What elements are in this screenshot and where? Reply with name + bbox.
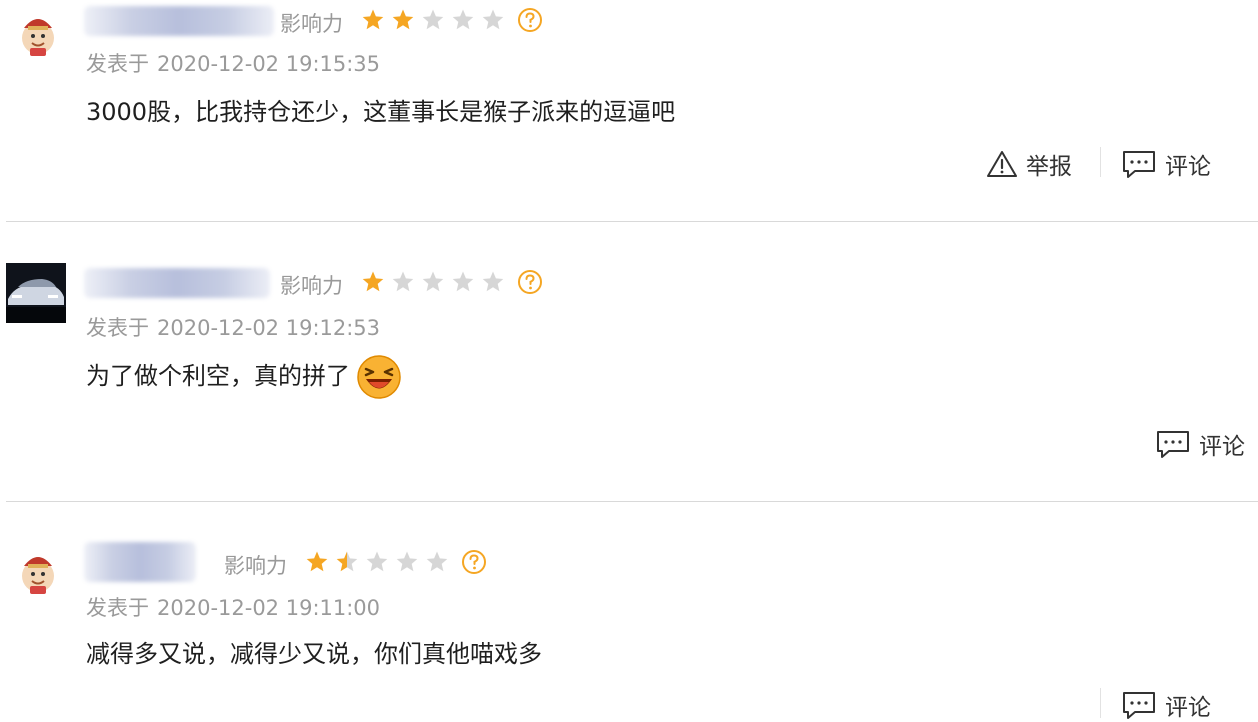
- influence-label: 影响力: [280, 12, 343, 36]
- comment-bubble-icon: [1157, 431, 1189, 458]
- mascot-avatar-icon: [22, 557, 54, 594]
- star-icon: [366, 551, 388, 572]
- rating-stars: [305, 550, 449, 574]
- comment-item: 影响力 发表于 2020-12-02 19:12:53 为了做个利空，真的拼了 评…: [0, 222, 1258, 502]
- star-icon: [392, 9, 414, 30]
- car-photo-avatar-icon: [6, 263, 66, 323]
- post-time: 发表于 2020-12-02 19:15:35: [86, 48, 380, 78]
- star-icon: [452, 271, 474, 292]
- rating-stars: [361, 270, 505, 294]
- post-time-value: 2020-12-02 19:12:53: [157, 316, 381, 340]
- comment-text: 3000股，比我持仓还少，这董事长是猴子派来的逗逼吧: [86, 98, 676, 126]
- star-icon: [392, 271, 414, 292]
- comment-text: 为了做个利空，真的拼了: [86, 354, 402, 400]
- comment-bubble-icon: [1123, 151, 1155, 178]
- star-icon: [396, 551, 418, 572]
- comment-bubble-icon: [1123, 692, 1155, 719]
- star-icon: [422, 9, 444, 30]
- laughing-emoji-icon: [357, 355, 401, 399]
- star-icon: [482, 9, 504, 30]
- comment-label: 评论: [1199, 434, 1245, 460]
- help-icon[interactable]: [517, 269, 543, 295]
- influence-label: 影响力: [224, 554, 287, 578]
- report-label: 举报: [1026, 154, 1072, 180]
- warning-icon: [987, 151, 1017, 177]
- help-icon[interactable]: [517, 7, 543, 33]
- comment-label: 评论: [1165, 154, 1211, 180]
- comment-text: 减得多又说，减得少又说，你们真他喵戏多: [86, 640, 542, 668]
- username-blurred[interactable]: [84, 542, 196, 582]
- star-icon: [336, 551, 358, 572]
- comment-button[interactable]: 评论: [1121, 688, 1211, 722]
- post-time-label: 发表于: [86, 596, 149, 620]
- username-blurred[interactable]: [84, 268, 270, 298]
- post-time-label: 发表于: [86, 316, 149, 340]
- avatar[interactable]: [14, 8, 62, 56]
- username-blurred[interactable]: [84, 6, 274, 36]
- star-icon: [422, 271, 444, 292]
- comment-text-value: 为了做个利空，真的拼了: [86, 362, 350, 390]
- help-icon[interactable]: [461, 549, 487, 575]
- avatar[interactable]: [14, 546, 62, 594]
- post-time: 发表于 2020-12-02 19:12:53: [86, 312, 380, 342]
- comment-item: 影响力 发表于 2020-12-02 19:15:35 3000股，比我持仓还少，…: [0, 0, 1258, 222]
- post-time-label: 发表于: [86, 52, 149, 76]
- influence-label: 影响力: [280, 274, 343, 298]
- star-icon: [362, 9, 384, 30]
- comment-button[interactable]: 评论: [1155, 427, 1245, 461]
- action-separator: [1100, 688, 1101, 718]
- star-icon: [482, 271, 504, 292]
- star-icon: [452, 9, 474, 30]
- star-icon: [426, 551, 448, 572]
- star-icon: [362, 271, 384, 292]
- report-button[interactable]: 举报: [986, 147, 1072, 181]
- comment-label: 评论: [1165, 695, 1211, 721]
- mascot-avatar-icon: [22, 19, 54, 56]
- post-time: 发表于 2020-12-02 19:11:00: [86, 592, 380, 622]
- star-icon: [306, 551, 328, 572]
- avatar[interactable]: [6, 263, 66, 323]
- comment-button[interactable]: 评论: [1121, 147, 1211, 181]
- comment-item: 影响力 发表于 2020-12-02 19:11:00 减得多又说，减得少又说，你…: [0, 502, 1258, 722]
- post-time-value: 2020-12-02 19:15:35: [157, 52, 381, 76]
- rating-stars: [361, 8, 505, 32]
- action-separator: [1100, 147, 1101, 177]
- post-time-value: 2020-12-02 19:11:00: [157, 596, 381, 620]
